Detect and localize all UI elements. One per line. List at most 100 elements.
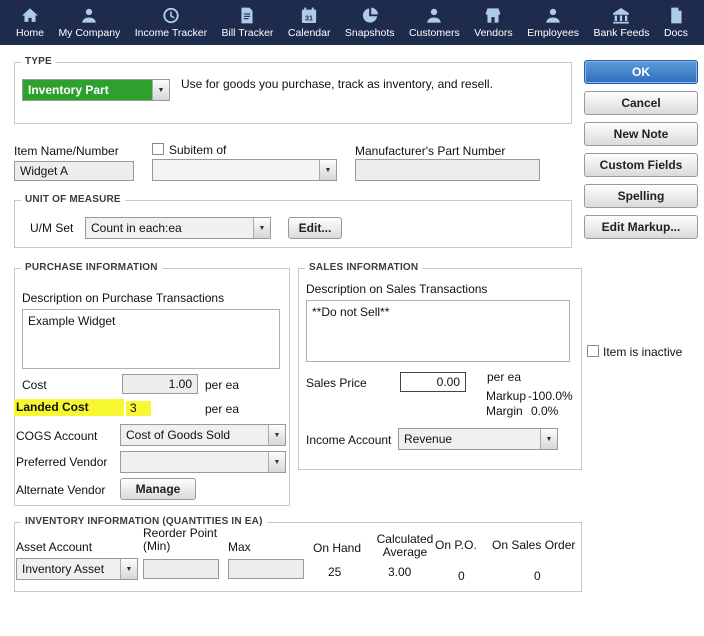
toolbar-item-label: My Company xyxy=(58,27,121,39)
max-input[interactable] xyxy=(228,559,304,579)
cogs-account-dropdown[interactable]: Cost of Goods Sold ▼ xyxy=(120,424,286,446)
toolbar-item-label: Customers xyxy=(408,27,460,39)
toolbar-item-label: Employees xyxy=(527,27,580,39)
toolbar-item-docs[interactable]: Docs xyxy=(658,0,694,45)
svg-text:31: 31 xyxy=(305,14,313,22)
toolbar-item-income-tracker[interactable]: Income Tracker xyxy=(129,0,213,45)
item-inactive-label: Item is inactive xyxy=(603,345,683,359)
toolbar-item-label: Vendors xyxy=(474,27,513,39)
income-account-value: Revenue xyxy=(404,432,453,446)
spelling-button[interactable]: Spelling xyxy=(584,184,698,208)
toolbar-item-home[interactable]: Home xyxy=(10,0,50,45)
calculated-average-value: 3.00 xyxy=(388,565,412,579)
uom-legend: UNIT OF MEASURE xyxy=(21,194,125,205)
edit-markup-button[interactable]: Edit Markup... xyxy=(584,215,698,239)
toolbar-item-vendors[interactable]: Vendors xyxy=(468,0,519,45)
on-hand-value: 25 xyxy=(328,565,342,579)
sales-desc-label: Description on Sales Transactions xyxy=(306,282,488,296)
preferred-vendor-value xyxy=(121,452,268,472)
item-type-dropdown[interactable]: Inventory Part ▼ xyxy=(22,79,170,101)
toolbar-item-my-company[interactable]: My Company xyxy=(52,0,126,45)
cogs-account-label: COGS Account xyxy=(16,429,98,443)
chevron-down-icon[interactable]: ▼ xyxy=(540,429,557,449)
reorder-point-input[interactable] xyxy=(143,559,219,579)
chevron-down-icon[interactable]: ▼ xyxy=(268,425,285,445)
chevron-down-icon[interactable]: ▼ xyxy=(120,559,137,579)
item-type-value: Inventory Part xyxy=(23,80,152,100)
on-sales-order-label: On Sales Order xyxy=(492,538,576,552)
item-name-input[interactable] xyxy=(14,161,134,181)
toolbar-item-label: Income Tracker xyxy=(134,27,208,39)
income-account-dropdown[interactable]: Revenue ▼ xyxy=(398,428,558,450)
subitem-label: Subitem of xyxy=(169,143,227,157)
on-po-label: On P.O. xyxy=(435,538,477,552)
edit-item-window: Home My Company Income Tracker Bill Tracker… xyxy=(0,0,704,636)
toolbar-item-snapshots[interactable]: Snapshots xyxy=(339,0,401,45)
subitem-value xyxy=(153,160,319,180)
um-set-dropdown[interactable]: Count in each:ea ▼ xyxy=(85,217,271,239)
type-legend: TYPE xyxy=(21,56,56,67)
on-sales-order-value: 0 xyxy=(534,569,541,583)
toolbar-item-calendar[interactable]: 31 Calendar xyxy=(282,0,337,45)
cost-unit: per ea xyxy=(205,378,240,392)
margin-value: 0.0% xyxy=(531,404,559,418)
um-set-value: Count in each:ea xyxy=(91,221,182,235)
item-inactive-checkbox[interactable] xyxy=(587,345,599,357)
preferred-vendor-label: Preferred Vendor xyxy=(16,455,108,469)
cogs-account-value: Cost of Goods Sold xyxy=(126,428,231,442)
home-icon xyxy=(20,6,40,25)
markup-label: Markup xyxy=(486,389,527,403)
purchase-legend: PURCHASE INFORMATION xyxy=(21,262,162,273)
toolbar-item-customers[interactable]: Customers xyxy=(403,0,466,45)
asset-account-label: Asset Account xyxy=(16,540,93,554)
sales-legend: SALES INFORMATION xyxy=(305,262,423,273)
employees-icon xyxy=(543,6,563,25)
mfr-part-number-label: Manufacturer's Part Number xyxy=(355,144,506,158)
toolbar-item-label: Docs xyxy=(663,27,688,39)
reorder-point-label: Reorder Point (Min) xyxy=(143,526,218,553)
sales-price-unit: per ea xyxy=(487,370,522,384)
cost-label: Cost xyxy=(22,378,47,392)
landed-cost-value: 3 xyxy=(126,401,151,416)
cancel-button[interactable]: Cancel xyxy=(584,91,698,115)
chevron-down-icon[interactable]: ▼ xyxy=(319,160,336,180)
asset-account-value: Inventory Asset xyxy=(22,562,105,576)
landed-cost-unit: per ea xyxy=(205,402,240,416)
custom-fields-button[interactable]: Custom Fields xyxy=(584,153,698,177)
toolbar-item-employees[interactable]: Employees xyxy=(521,0,585,45)
mfr-part-number-input[interactable] xyxy=(355,159,540,181)
toolbar-item-bank-feeds[interactable]: Bank Feeds xyxy=(587,0,655,45)
calendar-icon: 31 xyxy=(299,6,319,25)
asset-account-dropdown[interactable]: Inventory Asset ▼ xyxy=(16,558,138,580)
main-toolbar: Home My Company Income Tracker Bill Tracker… xyxy=(0,0,704,45)
new-note-button[interactable]: New Note xyxy=(584,122,698,146)
my-company-icon xyxy=(79,6,99,25)
chevron-down-icon[interactable]: ▼ xyxy=(268,452,285,472)
manage-button[interactable]: Manage xyxy=(120,478,196,500)
docs-icon xyxy=(666,6,686,25)
sales-desc-textarea[interactable]: **Do not Sell** xyxy=(306,300,570,362)
cost-input[interactable] xyxy=(122,374,198,394)
on-po-value: 0 xyxy=(458,569,465,583)
um-set-label: U/M Set xyxy=(30,221,74,235)
max-label: Max xyxy=(228,540,251,554)
purchase-desc-textarea[interactable]: Example Widget xyxy=(22,309,280,369)
income-account-label: Income Account xyxy=(306,433,392,447)
subitem-dropdown[interactable]: ▼ xyxy=(152,159,337,181)
subitem-checkbox[interactable] xyxy=(152,143,164,155)
vendors-icon xyxy=(483,6,503,25)
chevron-down-icon[interactable]: ▼ xyxy=(253,218,270,238)
bill-tracker-icon xyxy=(237,6,257,25)
margin-label: Margin xyxy=(486,404,523,418)
landed-cost-highlight: Landed Cost xyxy=(14,399,124,416)
customers-icon xyxy=(424,6,444,25)
toolbar-item-label: Calendar xyxy=(287,27,331,39)
toolbar-item-bill-tracker[interactable]: Bill Tracker xyxy=(216,0,280,45)
income-tracker-icon xyxy=(161,6,181,25)
preferred-vendor-dropdown[interactable]: ▼ xyxy=(120,451,286,473)
ok-button[interactable]: OK xyxy=(584,60,698,84)
sales-price-input[interactable] xyxy=(400,372,466,392)
toolbar-item-label: Snapshots xyxy=(344,27,395,39)
um-edit-button[interactable]: Edit... xyxy=(288,217,342,239)
chevron-down-icon[interactable]: ▼ xyxy=(152,80,169,100)
